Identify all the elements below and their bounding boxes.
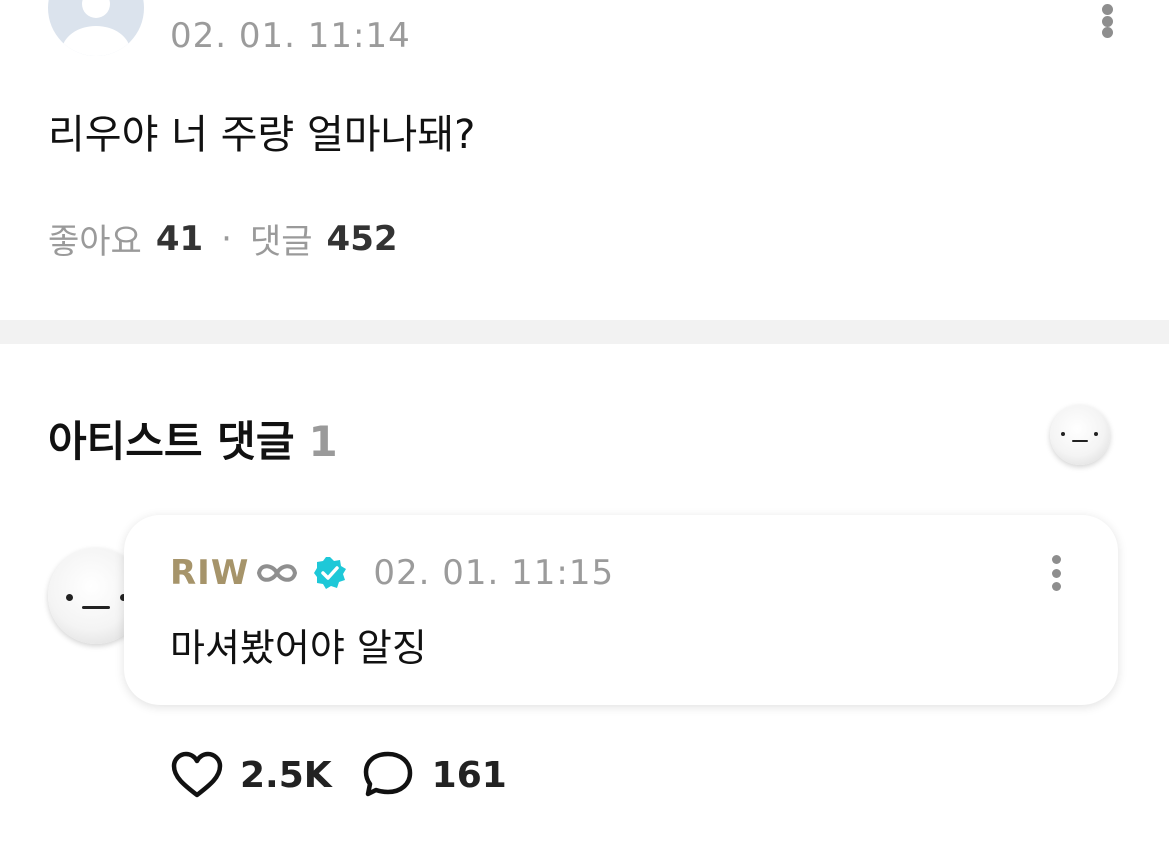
stats-separator: ·	[221, 218, 232, 259]
like-count: 2.5K	[240, 754, 332, 796]
section-divider	[0, 320, 1169, 344]
comment-actions: 2.5K 161	[170, 750, 537, 800]
post-stats: 좋아요 41 · 댓글 452	[48, 214, 398, 263]
likes-label: 좋아요	[48, 222, 142, 262]
artist-comments-count: 1	[308, 417, 338, 466]
post-more-options-icon[interactable]	[1095, 4, 1119, 38]
user-avatar[interactable]	[48, 0, 144, 56]
likes-count[interactable]: 41	[156, 219, 203, 259]
comments-count[interactable]: 452	[327, 219, 398, 259]
verified-badge-icon	[313, 556, 347, 590]
infinity-icon	[253, 559, 301, 587]
comment-more-options-icon[interactable]	[1044, 555, 1068, 591]
artist-avatar-small[interactable]	[1050, 405, 1110, 465]
reply-bubble-icon[interactable]	[362, 750, 416, 800]
comments-label: 댓글	[249, 222, 313, 262]
reply-count: 161	[431, 754, 507, 796]
heart-icon[interactable]	[170, 750, 224, 800]
post-body: 리우야 너 주량 얼마나돼?	[48, 112, 476, 158]
artist-comments-heading: 아티스트 댓글 1	[48, 408, 338, 469]
comment-author-name[interactable]: RIW	[170, 553, 249, 593]
comment-body: 마셔봤어야 알징	[170, 626, 427, 670]
artist-comments-title: 아티스트 댓글	[48, 417, 295, 466]
artist-comment-card: RIW 02. 01. 11:15 마셔봤어야 알징	[124, 515, 1118, 705]
comment-author-row: RIW 02. 01. 11:15	[170, 553, 614, 593]
post-page: 02. 01. 11:14 리우야 너 주량 얼마나돼? 좋아요 41 · 댓글…	[0, 0, 1169, 854]
post-timestamp: 02. 01. 11:14	[170, 16, 411, 56]
comment-timestamp: 02. 01. 11:15	[373, 553, 615, 593]
